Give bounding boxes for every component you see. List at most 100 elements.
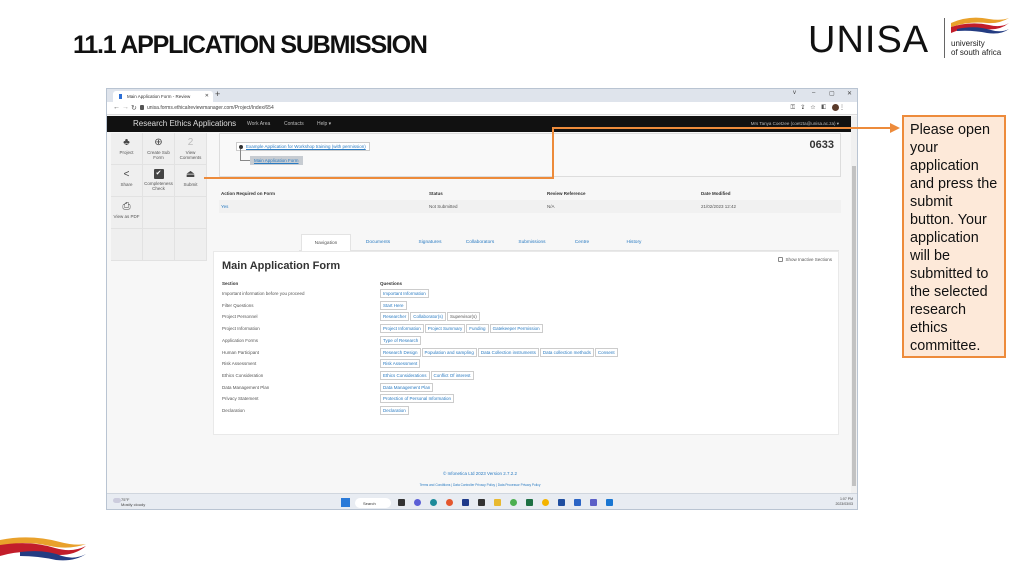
question-link[interactable]: Data collection methods [539,347,594,357]
question-link[interactable]: Research Design [380,347,421,357]
browser-tab[interactable]: Main Application Form - Review ✕ [113,91,213,102]
sidepanel-icon[interactable]: ◧ [821,105,832,111]
upload-icon: ⏏ [185,169,196,180]
tab-navigation[interactable]: Navigation [301,234,351,251]
question-link[interactable]: Risk Assessment [380,359,421,369]
question-link[interactable]: Start Here [380,300,407,310]
question-link[interactable]: Conflict Of interest [430,370,474,380]
tab-documents[interactable]: Documents [353,234,403,251]
main-form-link[interactable]: Main Application Form [250,156,303,165]
footer-copyright: © Infonetica Ltd 2023 Version 2.7.2.2 [442,471,518,476]
close-window-icon[interactable]: ✕ [847,90,852,97]
outlook-icon[interactable] [606,499,613,506]
teams-icon[interactable] [590,499,597,506]
chrome-icon[interactable] [542,499,549,506]
project-button[interactable]: ♣ Project [111,133,143,165]
minimize-icon[interactable]: – [812,90,815,96]
question-link[interactable]: Researcher [380,312,410,322]
question-link[interactable]: Data Collection instruments [477,347,539,357]
question-link[interactable]: Project Information [380,324,424,334]
question-link[interactable]: Supervisor(s) [447,312,480,322]
tab-signatures[interactable]: Signatures [405,234,455,251]
question-link[interactable]: Protection of Personal Information [380,394,455,404]
weather-widget[interactable]: 75°F Mostly cloudy [121,497,145,507]
b-app-icon[interactable] [462,499,469,506]
scrollbar-thumb[interactable] [852,166,856,486]
logo-subtitle: university of south africa [951,39,1001,57]
nav-contacts[interactable]: Contacts [284,121,304,127]
show-inactive-label: Show Inactive Sections [785,257,832,262]
project-link[interactable]: Example Application for Workshop trainin… [236,142,370,151]
form-tabs: Navigation Documents Signatures Collabor… [299,234,839,251]
question-link[interactable]: Important Information [380,289,429,298]
callout-connector-horizontal-low [204,177,554,179]
windows-start-icon[interactable] [341,498,350,507]
logo-sub-line1: university [951,39,985,48]
nav-work-area[interactable]: Work Area [247,121,270,127]
maximize-icon[interactable]: ▢ [829,90,835,97]
firefox-icon[interactable] [446,499,453,506]
checkbox-icon: ✔ [153,169,164,179]
url-field[interactable]: unisa.forms.ethicalreviewmanager.com/Pro… [147,105,274,111]
taskbar-search[interactable]: Search [355,498,391,508]
action-required-value[interactable]: Yes [221,204,228,209]
share-page-icon[interactable]: ⇪ [801,105,810,111]
edge-icon[interactable] [430,499,437,506]
question-link[interactable]: Project Summary [424,324,466,334]
project-icon [239,144,243,149]
show-inactive-checkbox[interactable] [778,257,784,263]
question-link[interactable]: Collaborator(s) [410,312,447,322]
taskbar-clock[interactable]: 1:07 PM 2023/03/03 [835,497,853,507]
menu-kebab-icon[interactable]: ⋮ [839,105,851,111]
question-link[interactable]: Ethics Considerations [380,370,430,380]
footer-links[interactable]: Terms and Conditions | Data Controller P… [107,483,853,487]
tab-centre[interactable]: Centre [557,234,607,251]
task-view-icon[interactable] [398,499,405,506]
key-icon[interactable]: ⚿ [791,105,802,111]
bookmark-star-icon[interactable]: ☆ [811,105,822,111]
reload-icon[interactable]: ↻ [131,104,137,112]
question-link[interactable]: Data Management Plan [380,382,434,392]
question-link[interactable]: Consent [594,347,618,357]
callout-connector-vertical [552,127,554,178]
close-tab-icon[interactable]: ✕ [205,93,209,99]
file-explorer-icon[interactable] [494,499,501,506]
view-comments-button[interactable]: 2 View Comments [175,133,207,165]
question-link[interactable]: Gatekeeper Permission [489,324,543,334]
browser-action-icons: ⚿⇪☆◧ ⋮ [791,104,851,112]
col-review-reference: Review Reference [547,191,586,196]
share-button[interactable]: < Share [111,165,143,197]
view-as-pdf-button[interactable]: ⎙ View as PDF [111,197,143,229]
app-brand[interactable]: Research Ethics Applications [133,119,236,128]
back-icon[interactable]: ← [113,104,120,111]
col-section: Section [222,281,239,286]
tab-history[interactable]: History [609,234,659,251]
submit-button[interactable]: ⏏ Submit [175,165,207,197]
question-link[interactable]: Population and sampling [421,347,477,357]
submit-label: Submit [183,182,198,187]
excel-icon[interactable] [526,499,533,506]
question-link[interactable]: Type of Research [380,335,422,345]
tab-submissions[interactable]: Submissions [507,234,557,251]
tab-search-icon[interactable]: v [793,90,796,96]
dropbox-icon[interactable] [478,499,485,506]
photos-app-icon[interactable] [510,499,517,506]
chat-icon[interactable] [414,499,421,506]
show-inactive-toggle[interactable]: Show Inactive Sections [778,257,832,263]
tab-collaborators[interactable]: Collaborators [455,234,505,251]
nav-help[interactable]: Help ▾ [317,121,331,127]
new-tab-button[interactable]: + [215,89,220,99]
question-link[interactable]: Declaration [380,406,409,415]
question-link[interactable]: Funding [466,324,489,334]
project-label: Project [119,150,134,155]
profile-avatar[interactable] [832,104,839,111]
slide-title: 11.1 APPLICATION SUBMISSION [73,31,428,59]
page-scrollbar[interactable] [851,116,857,493]
store-icon[interactable] [558,499,565,506]
share-label: Share [120,182,133,187]
section-name: Project Personnel [222,314,258,320]
completeness-check-button[interactable]: ✔ Completeness Check [143,165,175,197]
create-sub-form-button[interactable]: ⊕ Create Sub Form [143,133,175,165]
word-icon[interactable] [574,499,581,506]
forward-icon[interactable]: → [122,104,129,111]
